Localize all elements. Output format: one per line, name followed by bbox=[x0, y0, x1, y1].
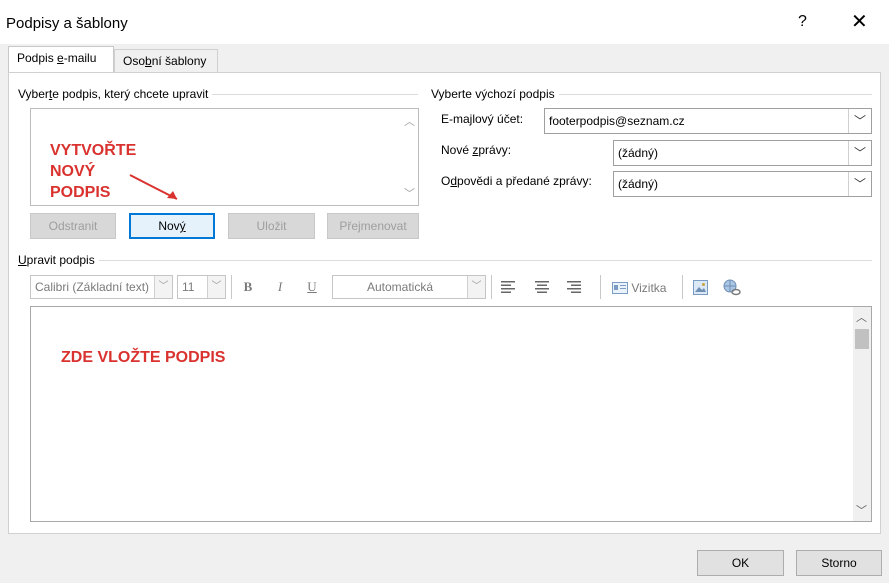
new-button[interactable]: Nový bbox=[129, 213, 215, 239]
group-divider bbox=[18, 260, 872, 261]
annotation-arrow-icon bbox=[129, 174, 178, 200]
cancel-button[interactable]: Storno bbox=[796, 550, 882, 576]
tab-label-pre: Podpis bbox=[17, 51, 58, 65]
replies-select[interactable]: (žádný) ﹀ bbox=[613, 171, 872, 197]
font-color-select[interactable]: Automatická ﹀ bbox=[332, 275, 486, 299]
scroll-down-icon[interactable]: ﹀ bbox=[853, 502, 870, 518]
help-button[interactable]: ? bbox=[798, 13, 807, 31]
tab-label-post: -mailu bbox=[63, 51, 97, 65]
scroll-up-icon[interactable]: ︿ bbox=[401, 113, 418, 129]
chevron-down-icon[interactable]: ﹀ bbox=[848, 109, 871, 133]
edit-signature-label: Upravit podpis bbox=[18, 253, 99, 267]
align-left-icon[interactable] bbox=[501, 281, 517, 293]
toolbar-separator bbox=[231, 275, 232, 299]
tab-label-accel: b bbox=[145, 54, 152, 68]
tab-label-post: ní šablony bbox=[151, 54, 207, 68]
font-size-select[interactable]: 11 ﹀ bbox=[177, 275, 226, 299]
save-button[interactable]: Uložit bbox=[228, 213, 315, 239]
editor-scrollbar[interactable]: ︿ ﹀ bbox=[853, 307, 871, 521]
close-button[interactable]: ✕ bbox=[851, 9, 868, 34]
business-card-button[interactable]: Vizitka bbox=[612, 281, 666, 295]
chevron-down-icon[interactable]: ﹀ bbox=[848, 172, 871, 196]
account-select[interactable]: footerpodpis@seznam.cz ﹀ bbox=[544, 108, 872, 134]
scroll-up-icon[interactable]: ︿ bbox=[853, 309, 870, 325]
hyperlink-icon[interactable] bbox=[723, 279, 741, 296]
tab-label-pre: Oso bbox=[123, 54, 146, 68]
select-signature-label: Vyberte podpis, který chcete upravit bbox=[18, 87, 213, 101]
chevron-down-icon[interactable]: ﹀ bbox=[154, 276, 172, 298]
font-select[interactable]: Calibri (Základní text) ﹀ bbox=[30, 275, 173, 299]
replies-label: Odpovědi a předané zprávy: bbox=[441, 174, 592, 188]
account-label: E-majlový účet: bbox=[441, 112, 524, 126]
window-title: Podpisy a šablony bbox=[6, 15, 128, 32]
align-center-icon[interactable] bbox=[534, 281, 550, 293]
italic-button[interactable]: I bbox=[269, 276, 291, 298]
tab-email-signature[interactable]: Podpis e-mailu bbox=[8, 46, 114, 73]
annotation-paste-here: ZDE VLOŽTE PODPIS bbox=[61, 349, 226, 366]
signature-list-scrollbar[interactable]: ︿ ﹀ bbox=[401, 109, 418, 205]
scroll-down-icon[interactable]: ﹀ bbox=[401, 185, 418, 201]
insert-picture-icon[interactable] bbox=[693, 280, 708, 295]
bold-button[interactable]: B bbox=[237, 276, 259, 298]
toolbar-separator bbox=[491, 275, 492, 299]
signature-list[interactable]: ︿ ﹀ VYTVOŘTE NOVÝ PODPIS bbox=[30, 108, 419, 206]
new-messages-select[interactable]: (žádný) ﹀ bbox=[613, 140, 872, 166]
new-messages-label: Nové zprávy: bbox=[441, 143, 512, 157]
toolbar-separator bbox=[682, 275, 683, 299]
chevron-down-icon[interactable]: ﹀ bbox=[848, 141, 871, 165]
delete-button[interactable]: Odstranit bbox=[30, 213, 116, 239]
toolbar-separator bbox=[600, 275, 601, 299]
scroll-thumb[interactable] bbox=[855, 329, 869, 349]
signature-editor[interactable]: ZDE VLOŽTE PODPIS ︿ ﹀ bbox=[30, 306, 872, 522]
align-right-icon[interactable] bbox=[566, 281, 582, 293]
rename-button[interactable]: Přejmenovat bbox=[327, 213, 419, 239]
title-bar: Podpisy a šablony ? ✕ bbox=[0, 0, 889, 44]
tab-label-accel: e bbox=[57, 51, 64, 65]
chevron-down-icon[interactable]: ﹀ bbox=[207, 276, 225, 298]
business-card-icon bbox=[612, 282, 628, 294]
chevron-down-icon[interactable]: ﹀ bbox=[467, 276, 485, 298]
underline-button[interactable]: U bbox=[301, 276, 323, 298]
ok-button[interactable]: OK bbox=[697, 550, 784, 576]
annotation-create-new: VYTVOŘTE NOVÝ PODPIS bbox=[50, 142, 137, 201]
default-signature-label: Vyberte výchozí podpis bbox=[431, 87, 559, 101]
tab-personal-stationery[interactable]: Osobní šablony bbox=[114, 49, 218, 73]
